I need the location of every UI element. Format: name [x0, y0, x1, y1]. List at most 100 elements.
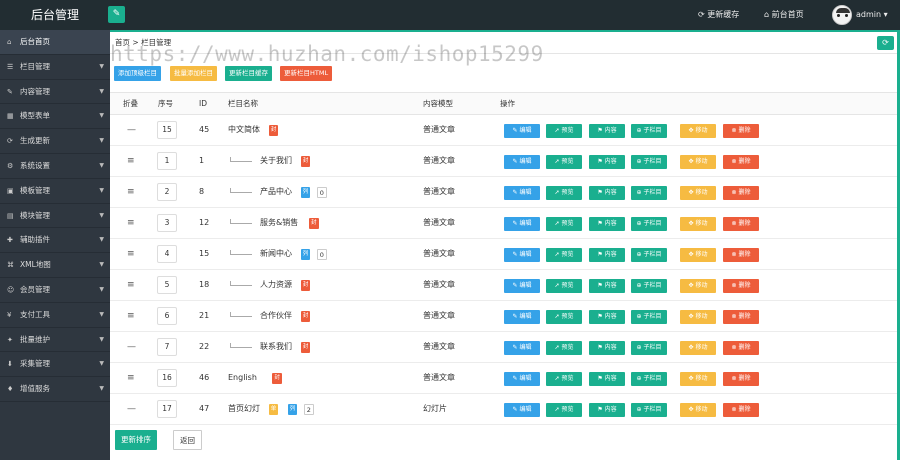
content-button[interactable]: ⚑ 内容: [589, 124, 625, 138]
subcategory-button[interactable]: ⊕ 子栏目: [631, 341, 667, 355]
preview-button[interactable]: ➚ 预览: [546, 217, 582, 231]
preview-button[interactable]: ➚ 预览: [546, 279, 582, 293]
category-name[interactable]: 产品中心: [260, 177, 292, 207]
update-category-html-button[interactable]: 更新栏目HTML: [280, 66, 333, 81]
sort-order-input[interactable]: 17: [157, 400, 177, 418]
update-sort-button[interactable]: 更新排序: [115, 430, 157, 450]
content-button[interactable]: ⚑ 内容: [589, 186, 625, 200]
batch-add-button[interactable]: 批量添加栏目: [170, 66, 217, 81]
content-button[interactable]: ⚑ 内容: [589, 248, 625, 262]
preview-button[interactable]: ➚ 预览: [546, 403, 582, 417]
sidebar-item[interactable]: ⬇ 采集管理 ▼: [0, 352, 110, 378]
category-name[interactable]: 中文简体: [228, 115, 260, 145]
category-name[interactable]: 人力资源: [260, 270, 292, 300]
category-name[interactable]: 首页幻灯: [228, 394, 260, 424]
menu-toggle-icon[interactable]: ✎: [108, 6, 125, 23]
preview-button[interactable]: ➚ 预览: [546, 341, 582, 355]
sidebar-item[interactable]: ▤ 模块管理 ▼: [0, 204, 110, 229]
fold-handle-icon[interactable]: ≡: [127, 146, 135, 176]
content-button[interactable]: ⚑ 内容: [589, 341, 625, 355]
sidebar-item[interactable]: ✚ 辅助插件 ▼: [0, 228, 110, 254]
delete-button[interactable]: ⊗ 删除: [723, 372, 759, 386]
sort-order-input[interactable]: 5: [157, 276, 177, 294]
sidebar-item[interactable]: ☰ 栏目管理 ▼: [0, 55, 110, 80]
sidebar-item[interactable]: ¥ 支付工具 ▼: [0, 303, 110, 328]
content-button[interactable]: ⚑ 内容: [589, 372, 625, 386]
delete-button[interactable]: ⊗ 删除: [723, 403, 759, 417]
edit-button[interactable]: ✎ 编辑: [504, 341, 540, 355]
subcategory-button[interactable]: ⊕ 子栏目: [631, 248, 667, 262]
move-button[interactable]: ✥ 移动: [680, 186, 716, 200]
sort-order-input[interactable]: 1: [157, 152, 177, 170]
edit-button[interactable]: ✎ 编辑: [504, 186, 540, 200]
fold-handle-icon[interactable]: ≡: [127, 363, 135, 393]
sidebar-item[interactable]: ♦ 增值服务 ▼: [0, 377, 110, 402]
fold-handle-icon[interactable]: ≡: [127, 301, 135, 331]
preview-button[interactable]: ➚ 预览: [546, 155, 582, 169]
move-button[interactable]: ✥ 移动: [680, 403, 716, 417]
fold-handle-icon[interactable]: ≡: [127, 208, 135, 238]
sort-order-input[interactable]: 7: [157, 338, 177, 356]
sort-order-input[interactable]: 3: [157, 214, 177, 232]
category-name[interactable]: 联系我们: [260, 332, 292, 362]
move-button[interactable]: ✥ 移动: [680, 279, 716, 293]
add-top-category-button[interactable]: 添加顶级栏目: [114, 66, 161, 81]
refresh-button[interactable]: ⟳: [877, 36, 894, 50]
sidebar-item[interactable]: ✦ 批量维护 ▼: [0, 328, 110, 353]
sort-order-input[interactable]: 4: [157, 245, 177, 263]
subcategory-button[interactable]: ⊕ 子栏目: [631, 403, 667, 417]
content-button[interactable]: ⚑ 内容: [589, 279, 625, 293]
content-button[interactable]: ⚑ 内容: [589, 217, 625, 231]
move-button[interactable]: ✥ 移动: [680, 155, 716, 169]
preview-button[interactable]: ➚ 预览: [546, 310, 582, 324]
subcategory-button[interactable]: ⊕ 子栏目: [631, 217, 667, 231]
delete-button[interactable]: ⊗ 删除: [723, 217, 759, 231]
sort-order-input[interactable]: 15: [157, 121, 177, 139]
breadcrumb-home[interactable]: 首页: [115, 38, 130, 47]
fold-handle-icon[interactable]: ≡: [127, 270, 135, 300]
avatar[interactable]: [832, 5, 852, 25]
move-button[interactable]: ✥ 移动: [680, 124, 716, 138]
edit-button[interactable]: ✎ 编辑: [504, 155, 540, 169]
delete-button[interactable]: ⊗ 删除: [723, 155, 759, 169]
delete-button[interactable]: ⊗ 删除: [723, 186, 759, 200]
edit-button[interactable]: ✎ 编辑: [504, 124, 540, 138]
sidebar-item[interactable]: ▣ 模板管理 ▼: [0, 179, 110, 204]
sort-order-input[interactable]: 16: [157, 369, 177, 387]
fold-handle-icon[interactable]: ≡: [127, 177, 135, 207]
sidebar-item[interactable]: ⟳ 生成更新 ▼: [0, 129, 110, 154]
edit-button[interactable]: ✎ 编辑: [504, 217, 540, 231]
delete-button[interactable]: ⊗ 删除: [723, 279, 759, 293]
front-home-link[interactable]: ⌂ 前台首页: [764, 0, 804, 30]
delete-button[interactable]: ⊗ 删除: [723, 124, 759, 138]
subcategory-button[interactable]: ⊕ 子栏目: [631, 310, 667, 324]
subcategory-button[interactable]: ⊕ 子栏目: [631, 124, 667, 138]
delete-button[interactable]: ⊗ 删除: [723, 248, 759, 262]
category-name[interactable]: English: [228, 363, 257, 393]
edit-button[interactable]: ✎ 编辑: [504, 248, 540, 262]
edit-button[interactable]: ✎ 编辑: [504, 279, 540, 293]
sidebar-item[interactable]: ⌂ 后台首页: [0, 30, 110, 55]
fold-handle-icon[interactable]: —: [127, 332, 136, 362]
edit-button[interactable]: ✎ 编辑: [504, 403, 540, 417]
fold-handle-icon[interactable]: —: [127, 394, 136, 424]
move-button[interactable]: ✥ 移动: [680, 372, 716, 386]
preview-button[interactable]: ➚ 预览: [546, 248, 582, 262]
category-name[interactable]: 合作伙伴: [260, 301, 292, 331]
subcategory-button[interactable]: ⊕ 子栏目: [631, 155, 667, 169]
fold-handle-icon[interactable]: ≡: [127, 239, 135, 269]
sidebar-item[interactable]: ▦ 模型表单 ▼: [0, 104, 110, 130]
category-name[interactable]: 新闻中心: [260, 239, 292, 269]
edit-button[interactable]: ✎ 编辑: [504, 310, 540, 324]
sidebar-item[interactable]: ☺ 会员管理 ▼: [0, 278, 110, 303]
sort-order-input[interactable]: 6: [157, 307, 177, 325]
move-button[interactable]: ✥ 移动: [680, 310, 716, 324]
content-button[interactable]: ⚑ 内容: [589, 310, 625, 324]
move-button[interactable]: ✥ 移动: [680, 217, 716, 231]
fold-handle-icon[interactable]: —: [127, 115, 136, 145]
subcategory-button[interactable]: ⊕ 子栏目: [631, 186, 667, 200]
update-category-cache-button[interactable]: 更新栏目缓存: [225, 66, 272, 81]
sort-order-input[interactable]: 2: [157, 183, 177, 201]
category-name[interactable]: 关于我们: [260, 146, 292, 176]
update-cache-link[interactable]: ⟳ 更新缓存: [698, 0, 739, 30]
